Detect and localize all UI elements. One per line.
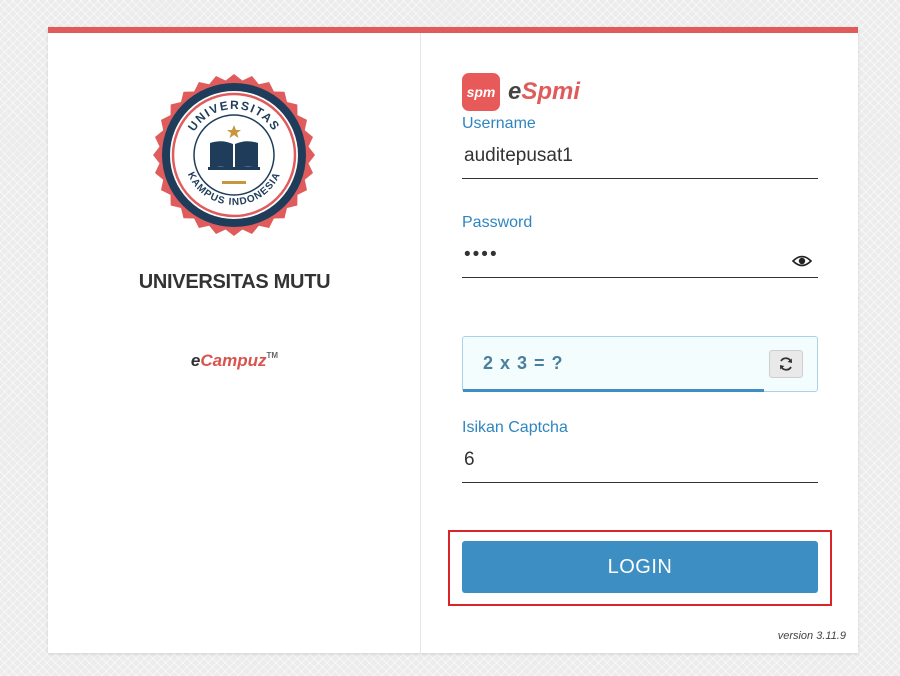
username-input[interactable] [462, 133, 818, 179]
refresh-captcha-button[interactable] [769, 350, 803, 378]
login-card: UNIVERSITAS KAMPUS INDONESIA UNIVERSITAS… [48, 27, 858, 653]
refresh-icon [780, 357, 792, 371]
login-button[interactable]: LOGIN [462, 541, 818, 593]
eye-icon[interactable] [792, 254, 812, 268]
captcha-box: 2 x 3 = ? [462, 336, 818, 392]
password-label: Password [462, 214, 533, 231]
captcha-timer-bar [463, 389, 764, 392]
spm-badge: spm [462, 73, 500, 111]
version-text: version 3.11.9 [777, 630, 846, 642]
university-seal-logo: UNIVERSITAS KAMPUS INDONESIA [153, 74, 315, 236]
captcha-label: Isikan Captcha [462, 419, 568, 436]
captcha-group: Isikan Captcha [462, 419, 818, 483]
password-input[interactable] [462, 232, 818, 278]
captcha-question: 2 x 3 = ? [483, 353, 564, 373]
password-group: Password [462, 214, 818, 278]
username-label: Username [462, 115, 536, 132]
login-panel: spm eSpmi Username Password 2 x 3 = ? [422, 33, 858, 653]
university-name: UNIVERSITAS MUTU [138, 271, 331, 293]
ecampuz-logo: eCampuzTM [190, 351, 279, 370]
username-group: Username [462, 115, 818, 179]
university-panel: UNIVERSITAS KAMPUS INDONESIA UNIVERSITAS… [48, 33, 421, 653]
captcha-input[interactable] [462, 437, 818, 483]
espmi-logo: spm eSpmi [462, 73, 580, 111]
